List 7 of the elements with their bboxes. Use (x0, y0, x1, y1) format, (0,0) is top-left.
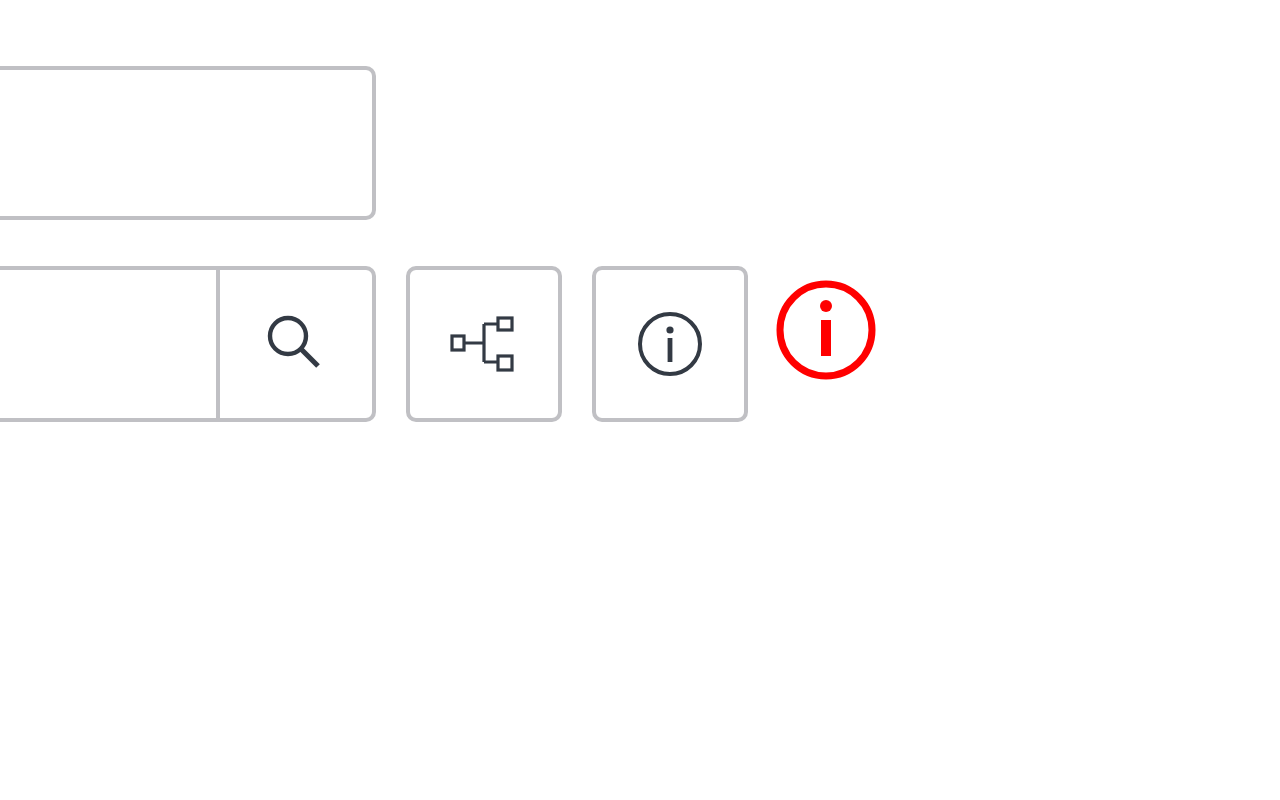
search-button[interactable] (216, 266, 376, 422)
hierarchy-button[interactable] (406, 266, 562, 422)
search-field[interactable] (0, 266, 216, 422)
hierarchy-icon (448, 314, 520, 374)
input-field[interactable] (0, 66, 376, 220)
info-button[interactable] (592, 266, 748, 422)
info-icon (634, 308, 706, 380)
